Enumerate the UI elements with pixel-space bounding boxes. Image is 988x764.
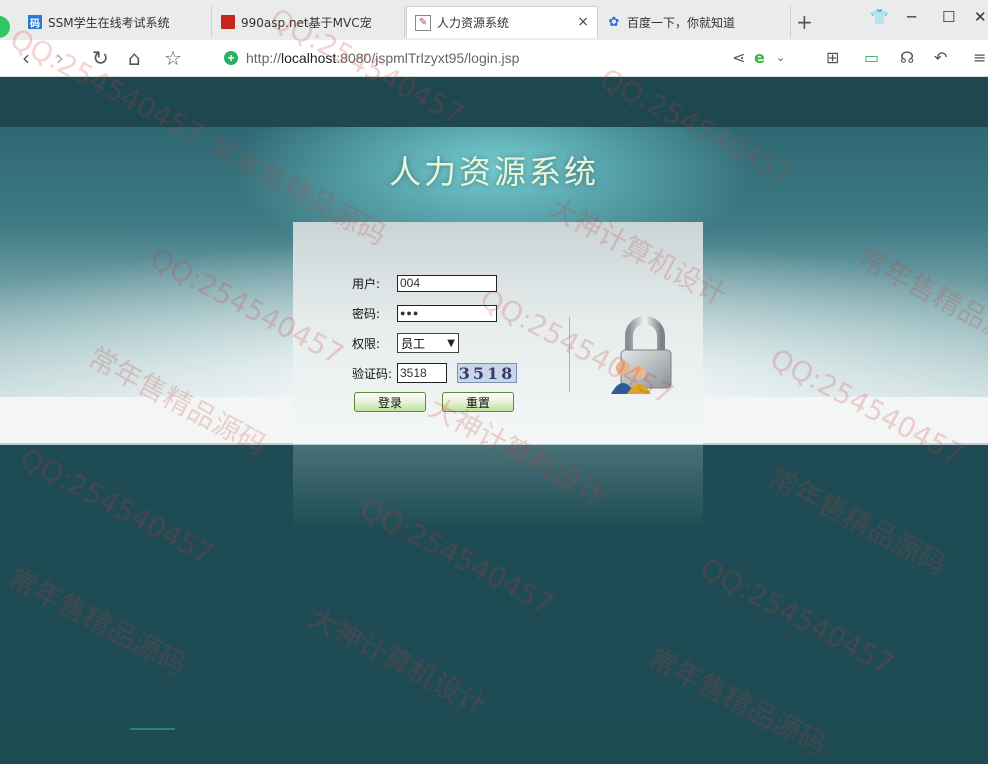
role-row: 权限: 员工 ▼ (352, 333, 459, 353)
skin-shirt-icon[interactable]: 👕 (870, 8, 889, 26)
lock-users-icon (611, 316, 672, 394)
password-label: 密码: (352, 306, 381, 321)
top-band (0, 77, 988, 127)
back-icon[interactable]: ‹ (22, 46, 30, 70)
tab-label: 990asp.net基于MVC宠 (241, 15, 372, 30)
tab-label: 人力资源系统 (437, 16, 510, 30)
close-tab-icon[interactable]: × (577, 14, 589, 30)
browser-tab-bar: 码 SSM学生在线考试系统 990asp.net基于MVC宠 ✎ 人力资源系统 … (0, 0, 988, 40)
user-input[interactable]: 004 (397, 274, 497, 292)
login-panel: 用户: 004 密码: ●●● 权限: 员工 ▼ 验证码: 3518 3518 … (293, 222, 703, 444)
tab-ssm-exam[interactable]: 码 SSM学生在线考试系统 (20, 6, 212, 38)
favorite-star-icon[interactable]: ☆ (164, 46, 182, 70)
browser-logo-icon (0, 16, 10, 38)
login-button[interactable]: 登录 (354, 392, 426, 412)
menu-icon[interactable]: ≡ (973, 48, 986, 67)
battery-icon[interactable]: ▭ (864, 48, 879, 67)
captcha-label: 验证码: (352, 366, 393, 381)
close-window-icon[interactable]: ✕ (974, 8, 987, 26)
new-tab-icon[interactable]: + (796, 10, 813, 34)
url-path: :8080/jspmlTrlzyxt95/login.jsp (336, 50, 520, 66)
maximize-icon[interactable]: ☐ (942, 8, 955, 26)
password-input[interactable]: ●●● (397, 304, 497, 322)
url-prefix: http:// (246, 50, 282, 66)
browser-nav-bar: ‹ › ↻ ⌂ ☆ + http://localhost:8080/jspmlT… (0, 40, 988, 77)
reset-button[interactable]: 重置 (442, 392, 514, 412)
tab-990asp[interactable]: 990asp.net基于MVC宠 (213, 6, 405, 38)
reload-icon[interactable]: ↻ (92, 46, 109, 70)
page-favicon-icon: ✎ (415, 14, 431, 31)
user-row: 用户: 004 (352, 274, 497, 292)
address-bar[interactable]: + http://localhost:8080/jspmlTrlzyxt95/l… (224, 47, 519, 69)
page-title: 人力资源系统 (388, 153, 599, 191)
chevron-down-icon[interactable]: ⌄ (776, 51, 785, 64)
tab-label: 百度一下，你就知道 (627, 15, 736, 30)
forward-icon[interactable]: › (56, 46, 64, 70)
role-label: 权限: (352, 336, 381, 351)
login-page: 人力资源系统 用户: 004 密码: ●●● 权限: 员工 ▼ 验证码: 351… (0, 77, 988, 730)
home-icon[interactable]: ⌂ (128, 46, 141, 70)
tab-baidu[interactable]: ✿ 百度一下，你就知道 (599, 6, 791, 38)
panel-reflection (293, 445, 703, 530)
headphones-icon[interactable]: ☊ (900, 48, 914, 67)
captcha-row: 验证码: 3518 3518 (352, 363, 517, 383)
captcha-image[interactable]: 3518 (457, 363, 517, 383)
code-favicon-icon: 码 (28, 15, 42, 30)
captcha-input[interactable]: 3518 (397, 363, 447, 383)
user-label: 用户: (352, 276, 381, 291)
tab-hr-system[interactable]: ✎ 人力资源系统 × (406, 6, 598, 38)
minimize-icon[interactable]: ─ (907, 8, 916, 26)
role-select[interactable]: 员工 ▼ (397, 333, 459, 353)
apps-grid-icon[interactable]: ⊞ (826, 48, 839, 67)
ie-engine-icon[interactable]: e (754, 48, 765, 67)
chevron-down-icon: ▼ (447, 337, 455, 349)
baidu-paw-favicon-icon: ✿ (608, 14, 620, 30)
password-row: 密码: ●●● (352, 304, 497, 322)
secure-shield-icon: + (224, 51, 238, 65)
red-square-favicon-icon (221, 15, 235, 29)
url-host: localhost (281, 50, 337, 66)
tab-label: SSM学生在线考试系统 (48, 15, 170, 30)
panel-divider (569, 317, 570, 392)
share-icon[interactable]: ⋖ (732, 48, 745, 67)
role-selected-value: 员工 (401, 336, 426, 351)
undo-icon[interactable]: ↶ (934, 48, 947, 67)
